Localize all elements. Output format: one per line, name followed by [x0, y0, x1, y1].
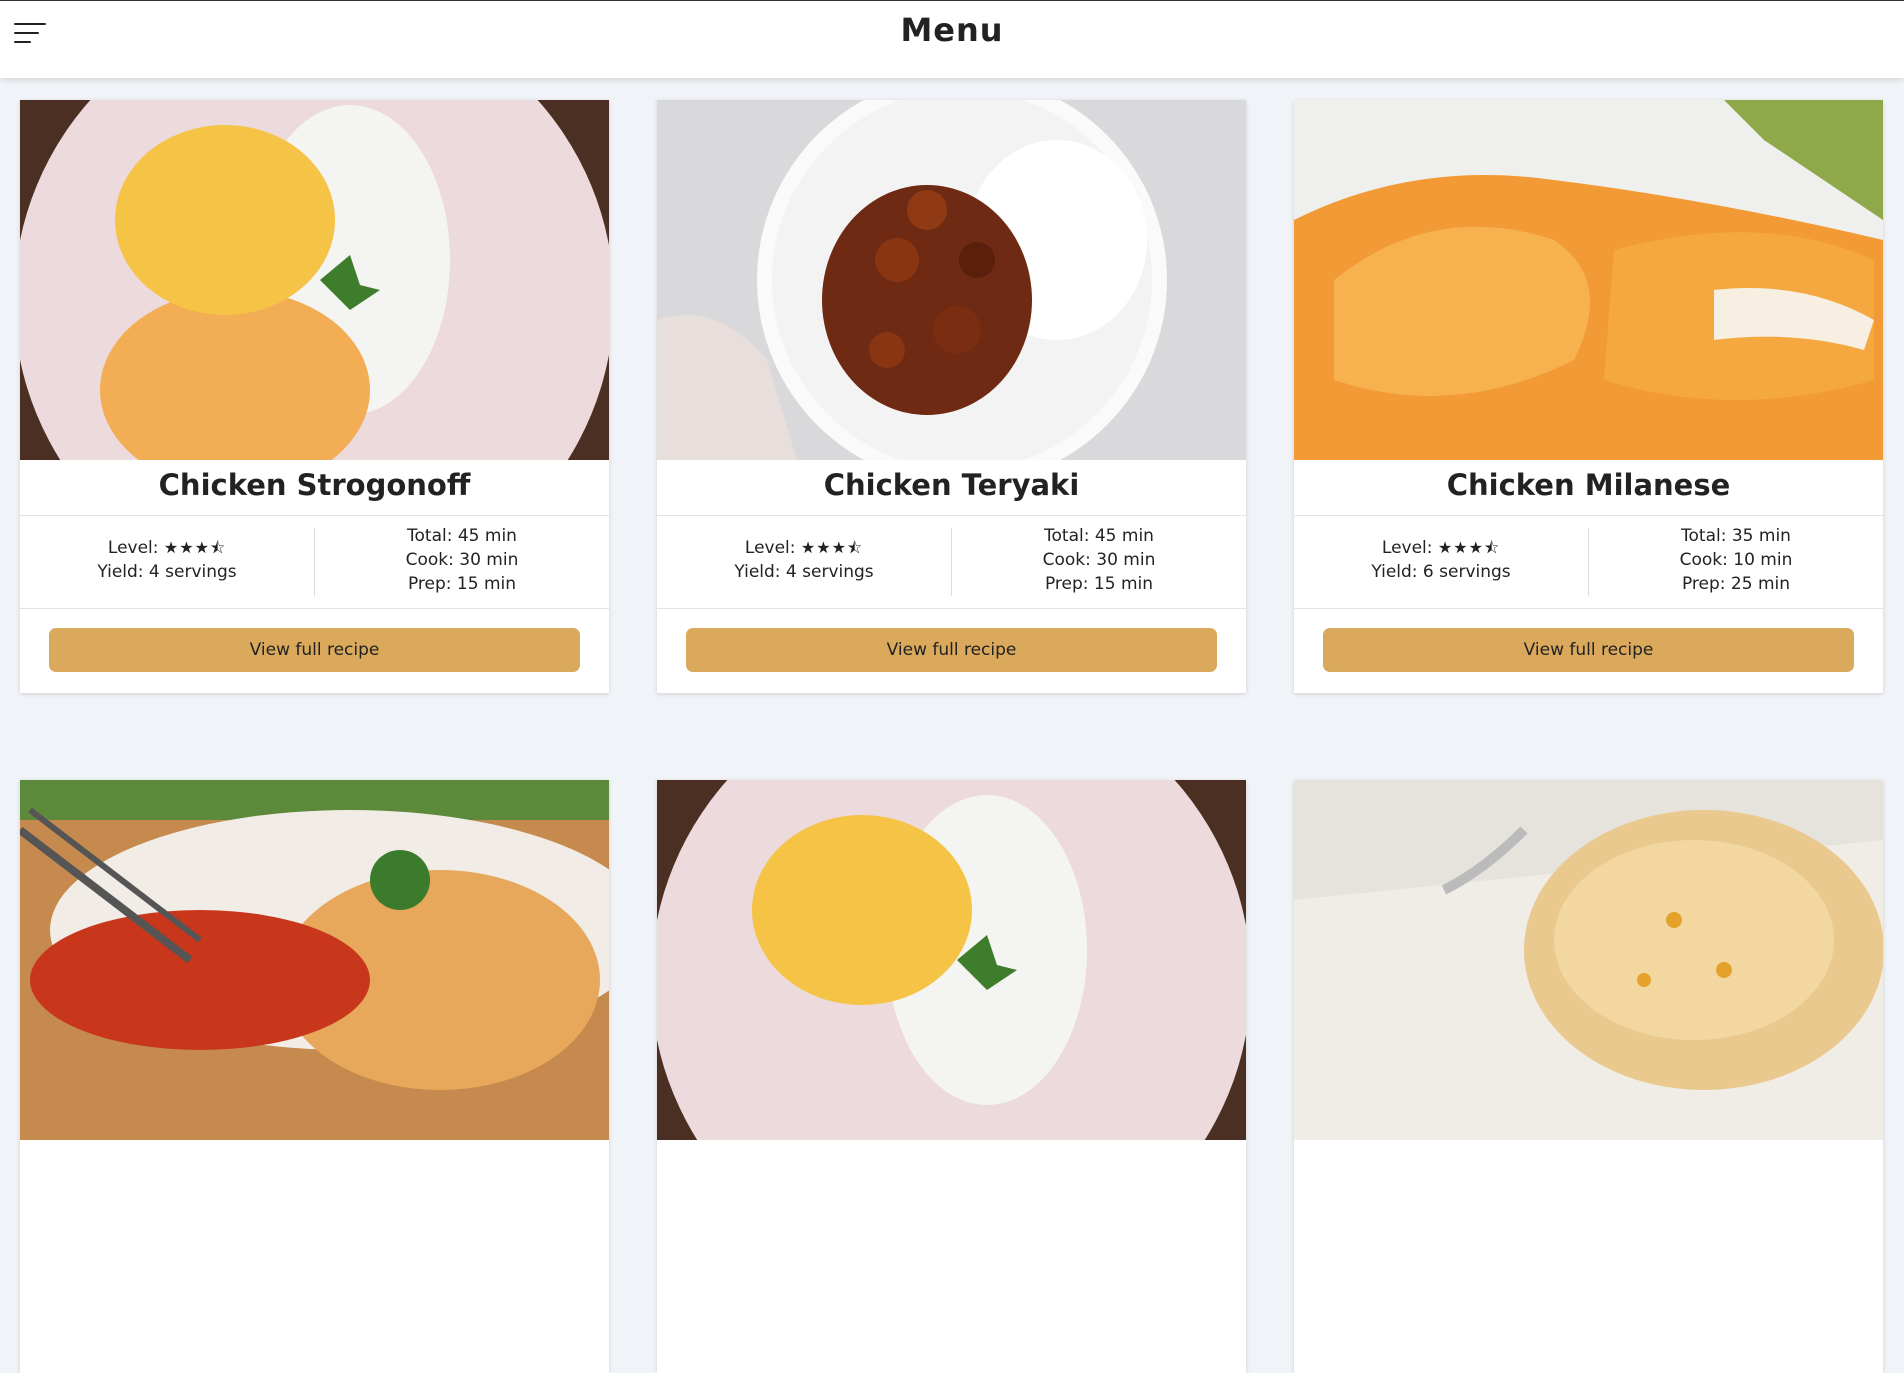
divider	[1294, 608, 1883, 609]
recipe-card	[20, 780, 609, 1373]
view-full-recipe-button[interactable]: View full recipe	[49, 628, 580, 672]
level-label: Level:	[1381, 538, 1433, 558]
level-label: Level:	[744, 538, 796, 558]
recipe-info: Level: ★★★⯪ Yield: 4 servings Total: 45 …	[657, 516, 1246, 608]
prep-time: Prep: 15 min	[1044, 574, 1154, 594]
recipe-info: Level: ★★★⯪ Yield: 4 servings Total: 45 …	[20, 516, 609, 608]
divider	[20, 608, 609, 609]
recipe-photo[interactable]	[657, 780, 1246, 1140]
prep-time: Prep: 25 min	[1681, 574, 1791, 594]
cook-time: Cook: 10 min	[1679, 550, 1793, 570]
recipe-photo[interactable]	[1294, 100, 1883, 460]
recipe-photo[interactable]	[1294, 780, 1883, 1140]
page-title: Menu	[900, 11, 1004, 49]
total-time: Total: 45 min	[407, 526, 517, 546]
recipe-photo[interactable]	[20, 100, 609, 460]
cook-time: Cook: 30 min	[1042, 550, 1156, 570]
total-time: Total: 45 min	[1044, 526, 1154, 546]
top-bar: Menu	[0, 0, 1904, 78]
view-full-recipe-button[interactable]: View full recipe	[1323, 628, 1854, 672]
rating-stars: ★★★⯪	[1437, 538, 1501, 557]
yield-text: Yield: 4 servings	[97, 562, 237, 582]
recipe-card	[657, 780, 1246, 1373]
recipe-card: Chicken Teryaki Level: ★★★⯪ Yield: 4 ser…	[657, 100, 1246, 693]
yield-text: Yield: 6 servings	[1371, 562, 1511, 582]
recipe-card	[1294, 780, 1883, 1373]
recipe-photo[interactable]	[657, 100, 1246, 460]
recipe-photo[interactable]	[20, 780, 609, 1140]
recipe-card: Chicken Milanese Level: ★★★⯪ Yield: 6 se…	[1294, 100, 1883, 693]
prep-time: Prep: 15 min	[407, 574, 517, 594]
recipe-title: Chicken Teryaki	[823, 468, 1080, 502]
recipe-card: Chicken Strogonoff Level: ★★★⯪ Yield: 4 …	[20, 100, 609, 693]
recipe-info: Level: ★★★⯪ Yield: 6 servings Total: 35 …	[1294, 516, 1883, 608]
total-time: Total: 35 min	[1681, 526, 1791, 546]
recipe-title: Chicken Strogonoff	[158, 468, 471, 502]
cook-time: Cook: 30 min	[405, 550, 519, 570]
rating-stars: ★★★⯪	[163, 538, 227, 557]
rating-stars: ★★★⯪	[800, 538, 864, 557]
view-full-recipe-button[interactable]: View full recipe	[686, 628, 1217, 672]
level-label: Level:	[107, 538, 159, 558]
divider	[657, 608, 1246, 609]
recipe-title: Chicken Milanese	[1446, 468, 1731, 502]
yield-text: Yield: 4 servings	[734, 562, 874, 582]
